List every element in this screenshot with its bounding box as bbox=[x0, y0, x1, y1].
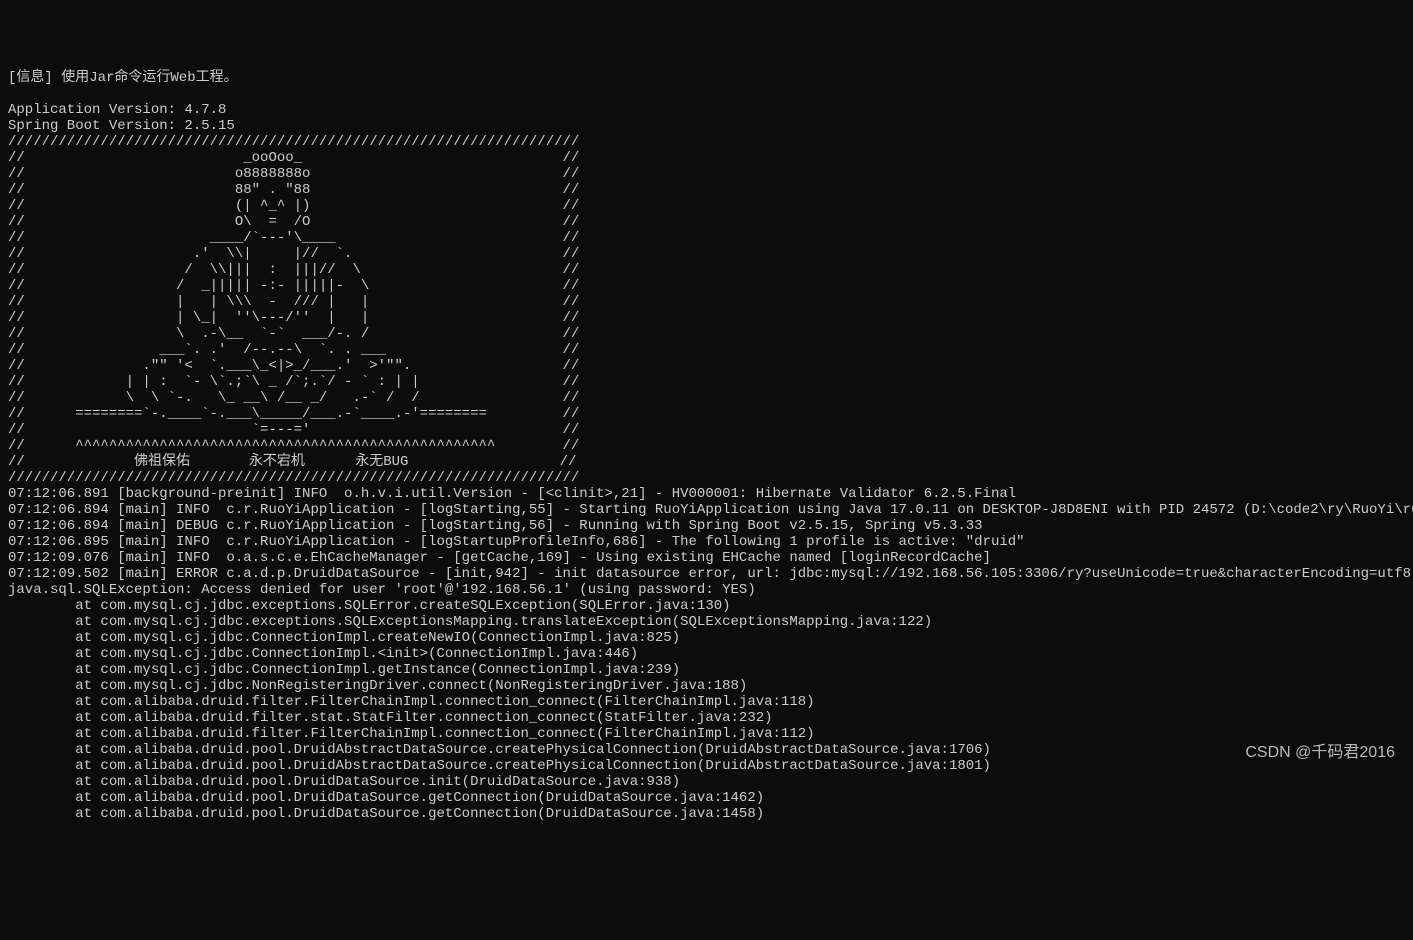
ascii-art-line: // \ .-\__ `-` ___/-. / // bbox=[8, 326, 579, 342]
stacktrace-line: at com.mysql.cj.jdbc.exceptions.SQLError… bbox=[8, 598, 731, 614]
ascii-art-line: // | \_| ''\---/'' | | // bbox=[8, 310, 579, 326]
watermark-text: CSDN @千码君2016 bbox=[1245, 745, 1395, 761]
ascii-art-line: // _ooOoo_ // bbox=[8, 150, 579, 166]
stacktrace-line: at com.alibaba.druid.pool.DruidDataSourc… bbox=[8, 806, 764, 822]
terminal-output[interactable]: [信息] 使用Jar命令运行Web工程。 Application Version… bbox=[8, 70, 1405, 822]
ascii-art-line: // `=---=' // bbox=[8, 422, 579, 438]
stacktrace-line: at com.mysql.cj.jdbc.exceptions.SQLExcep… bbox=[8, 614, 932, 630]
log-line: 07:12:06.891 [background-preinit] INFO o… bbox=[8, 486, 1016, 502]
ascii-art-line: // ."" '< `.___\_<|>_/___.' >'"". // bbox=[8, 358, 579, 374]
log-line: 07:12:06.894 [main] DEBUG c.r.RuoYiAppli… bbox=[8, 518, 983, 534]
info-line: [信息] 使用Jar命令运行Web工程。 bbox=[8, 70, 238, 86]
ascii-art-line: // 佛祖保佑 永不宕机 永无BUG // bbox=[8, 454, 576, 470]
ascii-art-line: // ___`. .' /--.--\ `. . ___ // bbox=[8, 342, 579, 358]
ascii-art-line: // / \\||| : |||// \ // bbox=[8, 262, 579, 278]
ascii-art-line: // 88" . "88 // bbox=[8, 182, 579, 198]
ascii-art-line: // \ \ `-. \_ __\ /__ _/ .-` / / // bbox=[8, 390, 579, 406]
log-line-error: 07:12:09.502 [main] ERROR c.a.d.p.DruidD… bbox=[8, 566, 1411, 582]
stacktrace-line: at com.mysql.cj.jdbc.ConnectionImpl.getI… bbox=[8, 662, 680, 678]
ascii-art-line: // (| ^_^ |) // bbox=[8, 198, 579, 214]
ascii-art-line: // .' \\| |// `. // bbox=[8, 246, 579, 262]
stacktrace-line: at com.alibaba.druid.pool.DruidDataSourc… bbox=[8, 774, 680, 790]
stacktrace-line: at com.alibaba.druid.pool.DruidAbstractD… bbox=[8, 742, 991, 758]
stacktrace-line: at com.alibaba.druid.filter.FilterChainI… bbox=[8, 726, 815, 742]
log-line: 07:12:09.076 [main] INFO o.a.s.c.e.EhCac… bbox=[8, 550, 991, 566]
ascii-art-line: ////////////////////////////////////////… bbox=[8, 470, 579, 486]
log-line: 07:12:06.895 [main] INFO c.r.RuoYiApplic… bbox=[8, 534, 1025, 550]
ascii-art-line: // O\ = /O // bbox=[8, 214, 579, 230]
ascii-art-line: // ____/`---'\____ // bbox=[8, 230, 579, 246]
ascii-art-line: // o8888888o // bbox=[8, 166, 579, 182]
ascii-art-line: // | | : `- \`.;`\ _ /`;.`/ - ` : | | // bbox=[8, 374, 579, 390]
stacktrace-line: at com.alibaba.druid.filter.stat.StatFil… bbox=[8, 710, 773, 726]
ascii-art-line: // ========`-.____`-.___\_____/___.-`___… bbox=[8, 406, 579, 422]
stacktrace-line: at com.mysql.cj.jdbc.ConnectionImpl.<ini… bbox=[8, 646, 638, 662]
stacktrace-line: at com.alibaba.druid.pool.DruidAbstractD… bbox=[8, 758, 991, 774]
stacktrace-line: at com.mysql.cj.jdbc.NonRegisteringDrive… bbox=[8, 678, 747, 694]
exception-line: java.sql.SQLException: Access denied for… bbox=[8, 582, 756, 598]
ascii-art-line: // ^^^^^^^^^^^^^^^^^^^^^^^^^^^^^^^^^^^^^… bbox=[8, 438, 579, 454]
ascii-art-line: // | | \\\ - /// | | // bbox=[8, 294, 579, 310]
stacktrace-line: at com.alibaba.druid.pool.DruidDataSourc… bbox=[8, 790, 764, 806]
stacktrace-line: at com.mysql.cj.jdbc.ConnectionImpl.crea… bbox=[8, 630, 680, 646]
app-version-line: Application Version: 4.7.8 bbox=[8, 102, 226, 118]
ascii-art-line: ////////////////////////////////////////… bbox=[8, 134, 579, 150]
stacktrace-line: at com.alibaba.druid.filter.FilterChainI… bbox=[8, 694, 815, 710]
ascii-art-line: // / _||||| -:- |||||- \ // bbox=[8, 278, 579, 294]
log-line: 07:12:06.894 [main] INFO c.r.RuoYiApplic… bbox=[8, 502, 1413, 518]
spring-version-line: Spring Boot Version: 2.5.15 bbox=[8, 118, 235, 134]
